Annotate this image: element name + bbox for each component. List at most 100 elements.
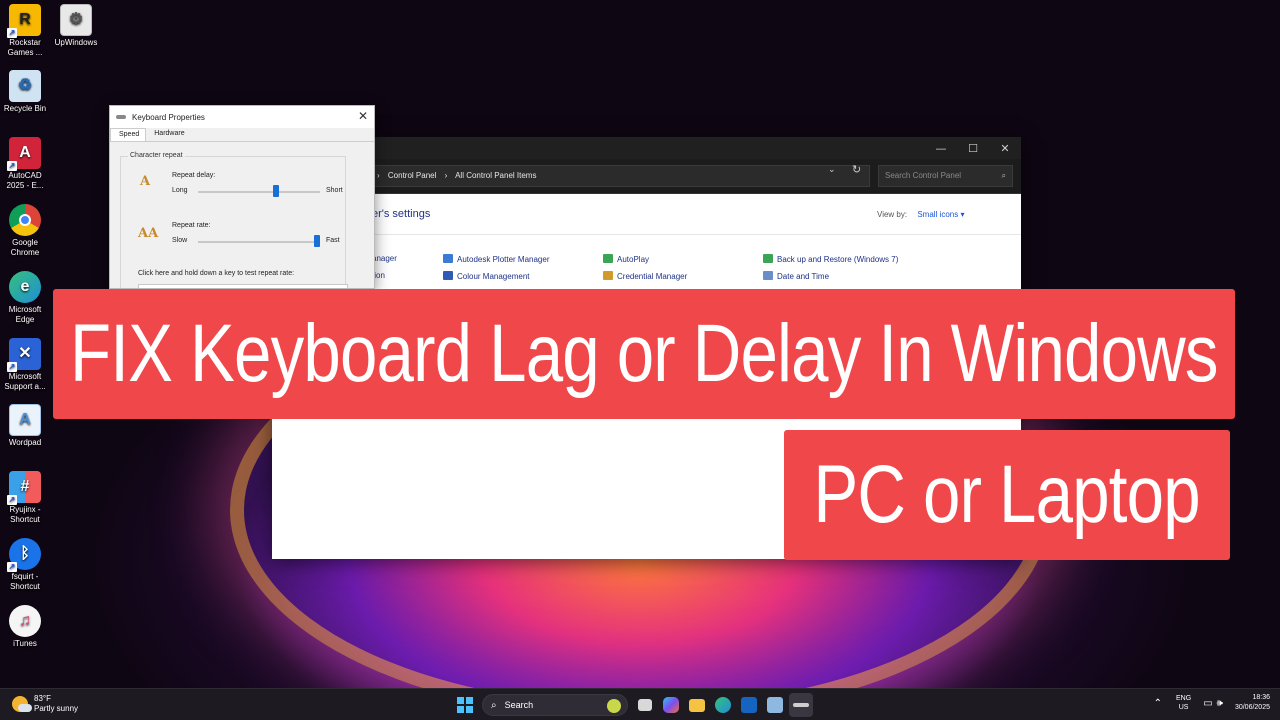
shortcut-arrow-icon: ↗ [7,495,17,505]
refresh-icon[interactable]: ↻ [852,163,861,176]
task-view-button[interactable] [633,693,657,717]
breadcrumb-separator: › [377,171,380,180]
outlook-icon [741,697,757,713]
desktop-icon-label: iTunes [13,639,37,648]
desktop-icon-label: fsquirt - Shortcut [10,572,40,591]
desktop-icon-rockstar[interactable]: R ↗ Rockstar Games ... [0,4,50,58]
shortcut-arrow-icon: ↗ [7,28,17,38]
itunes-icon: ♫ [9,605,41,637]
desktop-icon-label: AutoCAD 2025 - E... [6,171,44,190]
tools-icon: ✕ ↗ [7,338,41,372]
display-icon[interactable]: ▭ [1203,698,1212,709]
window-titlebar: — ☐ ✕ [272,137,1021,159]
repeat-delay-slider-thumb[interactable] [273,185,280,197]
cp-item-label: Autodesk Plotter Manager [457,255,550,264]
repeat-rate-icon: AA [138,226,159,241]
keyboard-icon [793,703,809,707]
rockstar-icon: R ↗ [7,4,41,38]
clock[interactable]: 18:36 30/06/2025 [1235,693,1270,713]
desktop-icon-itunes[interactable]: ♫ iTunes [0,605,50,649]
desktop-icon-label: Rockstar Games ... [7,38,43,57]
repeat-rate-slider[interactable] [198,241,320,243]
weather-widget[interactable]: 83°F Partly sunny [12,694,78,714]
desktop-icon-label: Microsoft Support a... [4,372,46,391]
lang-text: ENG [1176,695,1192,702]
chrome-icon [9,204,41,236]
desktop-icon-chrome[interactable]: Google Chrome [0,204,50,258]
desktop-icon-label: Recycle Bin [3,104,47,113]
file-explorer-button[interactable] [685,693,709,717]
page-title: er's settings [372,208,431,220]
language-indicator[interactable]: ENG US [1176,694,1191,712]
divider [372,234,1021,235]
cp-item-credential-manager[interactable]: Credential Manager [603,271,687,281]
autocad-icon: A ↗ [7,137,41,171]
cp-item-partial-manager[interactable]: anager [372,254,397,263]
cp-item-colour-management[interactable]: Colour Management [443,271,529,281]
breadcrumb-control-panel[interactable]: Control Panel [388,171,436,180]
desktop-icon-ryujinx[interactable]: # ↗ Ryujinx - Shortcut [0,471,50,525]
breadcrumb-all-items[interactable]: All Control Panel Items [455,171,536,180]
search-icon: ⌕ [491,699,497,711]
desktop-icon-label: Ryujinx - Shortcut [9,505,41,524]
credential-manager-icon [603,271,613,280]
edge-button[interactable] [711,693,735,717]
cp-item-date-time[interactable]: Date and Time [763,271,829,281]
desktop-icon-fsquirt[interactable]: ᛒ ↗ fsquirt - Shortcut [0,538,50,592]
view-by-label: View by: [877,210,908,219]
desktop-icon-recycle-bin[interactable]: ♻ Recycle Bin [0,70,50,114]
time-text: 18:36 [1252,694,1270,701]
control-panel-button[interactable] [763,693,787,717]
desktop-icon-ms-support[interactable]: ✕ ↗ Microsoft Support a... [0,338,50,392]
search-highlight-icon [607,699,621,713]
maximize-icon[interactable]: ☐ [957,142,989,155]
close-icon[interactable]: ✕ [989,142,1021,155]
windows-logo-icon [457,697,473,713]
close-icon[interactable]: ✕ [358,109,368,123]
search-input[interactable]: Search Control Panel ⌕ [878,165,1013,187]
view-by: View by: Small icons ▾ [877,210,964,219]
wordpad-icon: A [9,404,41,436]
desktop-icon-autocad[interactable]: A ↗ AutoCAD 2025 - E... [0,137,50,191]
cp-item-autodesk-plotter[interactable]: Autodesk Plotter Manager [443,254,550,264]
desktop-icon-upwindows[interactable]: ⚙ UpWindows [51,4,101,48]
copilot-button[interactable] [659,693,683,717]
ryujinx-icon: # ↗ [7,471,41,505]
desktop-icon-label: Google Chrome [10,238,40,257]
minimize-icon[interactable]: — [925,142,957,155]
repeat-delay-slider[interactable] [198,191,320,193]
start-button[interactable] [453,693,477,717]
cp-item-label: AutoPlay [617,255,650,264]
cp-item-autoplay[interactable]: AutoPlay [603,254,649,264]
cp-item-label: anager [372,254,397,263]
task-view-icon [638,699,652,711]
chevron-up-icon[interactable]: ⌃ [1154,698,1162,709]
system-tray: ⌃ ENG US ▭ 🕪 18:36 30/06/2025 [1154,693,1270,713]
view-by-dropdown[interactable]: Small icons ▾ [917,210,964,219]
test-label: Click here and hold down a key to test r… [138,270,295,277]
tab-hardware[interactable]: Hardware [146,128,190,141]
breadcrumb-separator: › [444,171,448,180]
outlook-button[interactable] [737,693,761,717]
taskbar-search[interactable]: ⌕ Search [482,694,628,716]
cp-item-label: Credential Manager [617,272,688,281]
bluetooth-icon: ᛒ ↗ [7,538,41,572]
repeat-rate-slider-thumb[interactable] [314,235,320,247]
search-placeholder: Search Control Panel [885,171,962,180]
partly-sunny-icon [12,696,32,712]
chevron-down-icon[interactable]: ⌄ [828,165,836,175]
cp-item-backup-restore[interactable]: Back up and Restore (Windows 7) [763,254,898,264]
folder-icon [689,698,705,712]
desktop-icon-wordpad[interactable]: A Wordpad [0,404,50,448]
dialog-titlebar: Keyboard Properties [110,106,374,128]
desktop-icon-edge[interactable]: e Microsoft Edge [0,271,50,325]
weather-temp: 83°F [34,694,51,703]
repeat-delay-icon: A [140,174,151,189]
view-by-value: Small icons [917,210,959,219]
keyboard-icon [116,115,126,119]
region-text: US [1178,704,1189,711]
keyboard-properties-button[interactable] [789,693,813,717]
tab-speed[interactable]: Speed [110,128,147,141]
gear-app-icon: ⚙ [60,4,92,36]
volume-icon[interactable]: 🕪 [1217,698,1223,709]
